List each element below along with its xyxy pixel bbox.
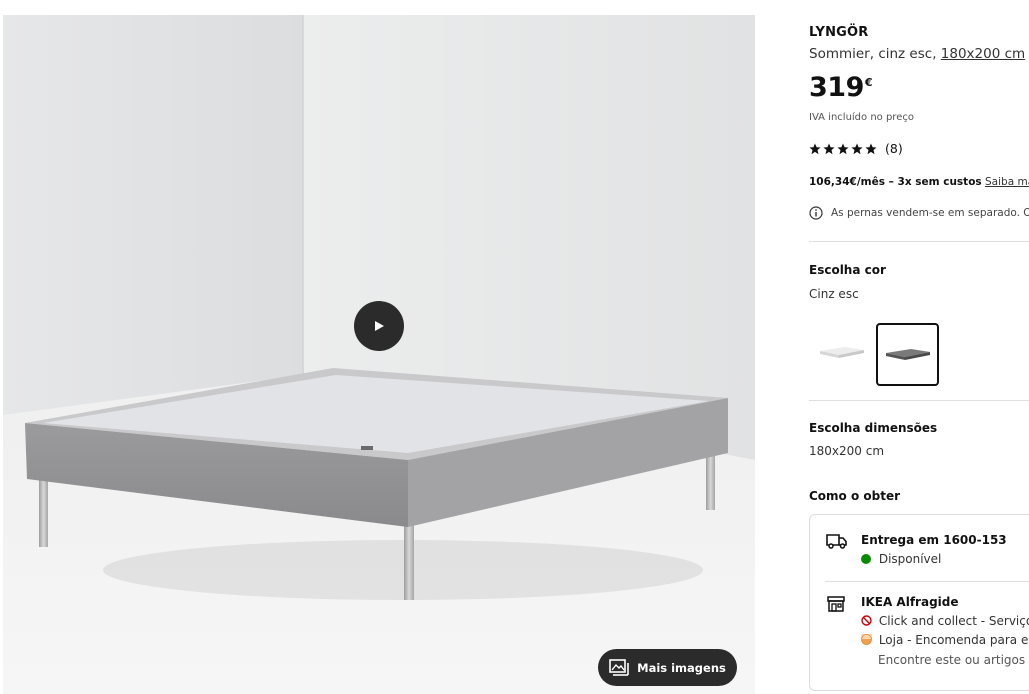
product-price: 319€ bbox=[809, 72, 873, 103]
divider bbox=[825, 581, 1029, 582]
price-value: 319 bbox=[809, 72, 864, 103]
divider bbox=[809, 400, 1029, 401]
availability-title: Como o obter bbox=[809, 489, 901, 503]
availability-box: Entrega em 1600-153 Disponível IKEA Alfr… bbox=[809, 514, 1029, 691]
delivery-title[interactable]: Entrega em 1600-153 bbox=[861, 533, 1007, 547]
rating-count: (8) bbox=[885, 141, 903, 156]
star-icon bbox=[865, 143, 877, 154]
product-image-gallery[interactable]: Mais imagens bbox=[3, 15, 755, 694]
star-icon bbox=[837, 143, 849, 154]
delivery-truck-icon bbox=[826, 534, 847, 549]
store-title[interactable]: IKEA Alfragide bbox=[861, 595, 959, 609]
more-images-button[interactable]: Mais imagens bbox=[598, 649, 737, 686]
info-icon bbox=[809, 206, 823, 220]
click-collect-text: Click and collect - Serviço bbox=[878, 614, 1029, 628]
product-name: LYNGÖR bbox=[809, 25, 869, 40]
delivery-status-text: Disponível bbox=[878, 552, 942, 566]
find-in-store-note: Encontre este ou artigos s bbox=[878, 653, 1029, 667]
delivery-status: Disponível bbox=[861, 552, 941, 566]
star-icon bbox=[823, 143, 835, 154]
light-grey-bed-thumbnail bbox=[820, 347, 864, 358]
price-currency: € bbox=[864, 76, 873, 89]
store-order-row: Loja - Encomenda para en bbox=[861, 633, 1029, 647]
unavailable-icon bbox=[861, 615, 872, 626]
more-images-label: Mais imagens bbox=[637, 660, 726, 675]
available-dot-icon bbox=[861, 554, 871, 564]
dimensions-section-title: Escolha dimensões bbox=[809, 421, 938, 435]
click-collect-row: Click and collect - Serviço bbox=[861, 614, 1029, 628]
color-option-light-grey[interactable] bbox=[812, 323, 872, 383]
legs-note-text: As pernas vendem-se em separado. O c bbox=[831, 207, 1029, 219]
rating-summary[interactable]: (8) bbox=[809, 141, 903, 156]
product-photo bbox=[3, 15, 755, 694]
product-info-panel: LYNGÖR Sommier, cinz esc, 180x200 cm 319… bbox=[809, 0, 1029, 694]
color-section-title: Escolha cor bbox=[809, 263, 886, 277]
vat-note: IVA incluído no preço bbox=[809, 112, 914, 123]
installments-info: 106,34€/mês – 3x sem custos Saiba mais bbox=[809, 176, 1029, 188]
play-video-button[interactable] bbox=[354, 301, 404, 351]
color-option-dark-grey[interactable] bbox=[876, 323, 939, 386]
learn-more-link[interactable]: Saiba mais bbox=[985, 176, 1029, 188]
product-description-text: Sommier, cinz esc, bbox=[809, 46, 941, 62]
installments-text: 106,34€/mês – 3x sem custos bbox=[809, 176, 982, 188]
dimensions-value: 180x200 cm bbox=[809, 444, 885, 458]
star-icon bbox=[809, 143, 821, 154]
store-icon bbox=[827, 596, 845, 612]
product-description: Sommier, cinz esc, 180x200 cm bbox=[809, 46, 1025, 62]
dark-grey-bed-thumbnail bbox=[885, 348, 930, 360]
store-order-text: Loja - Encomenda para en bbox=[878, 633, 1029, 647]
star-icon bbox=[851, 143, 863, 154]
color-selected-value: Cinz esc bbox=[809, 287, 859, 301]
images-icon bbox=[609, 659, 629, 676]
divider bbox=[809, 241, 1029, 242]
play-icon bbox=[375, 321, 384, 331]
product-size-link[interactable]: 180x200 cm bbox=[941, 46, 1025, 62]
order-status-icon bbox=[861, 634, 872, 645]
legs-note: As pernas vendem-se em separado. O c bbox=[809, 206, 1029, 220]
